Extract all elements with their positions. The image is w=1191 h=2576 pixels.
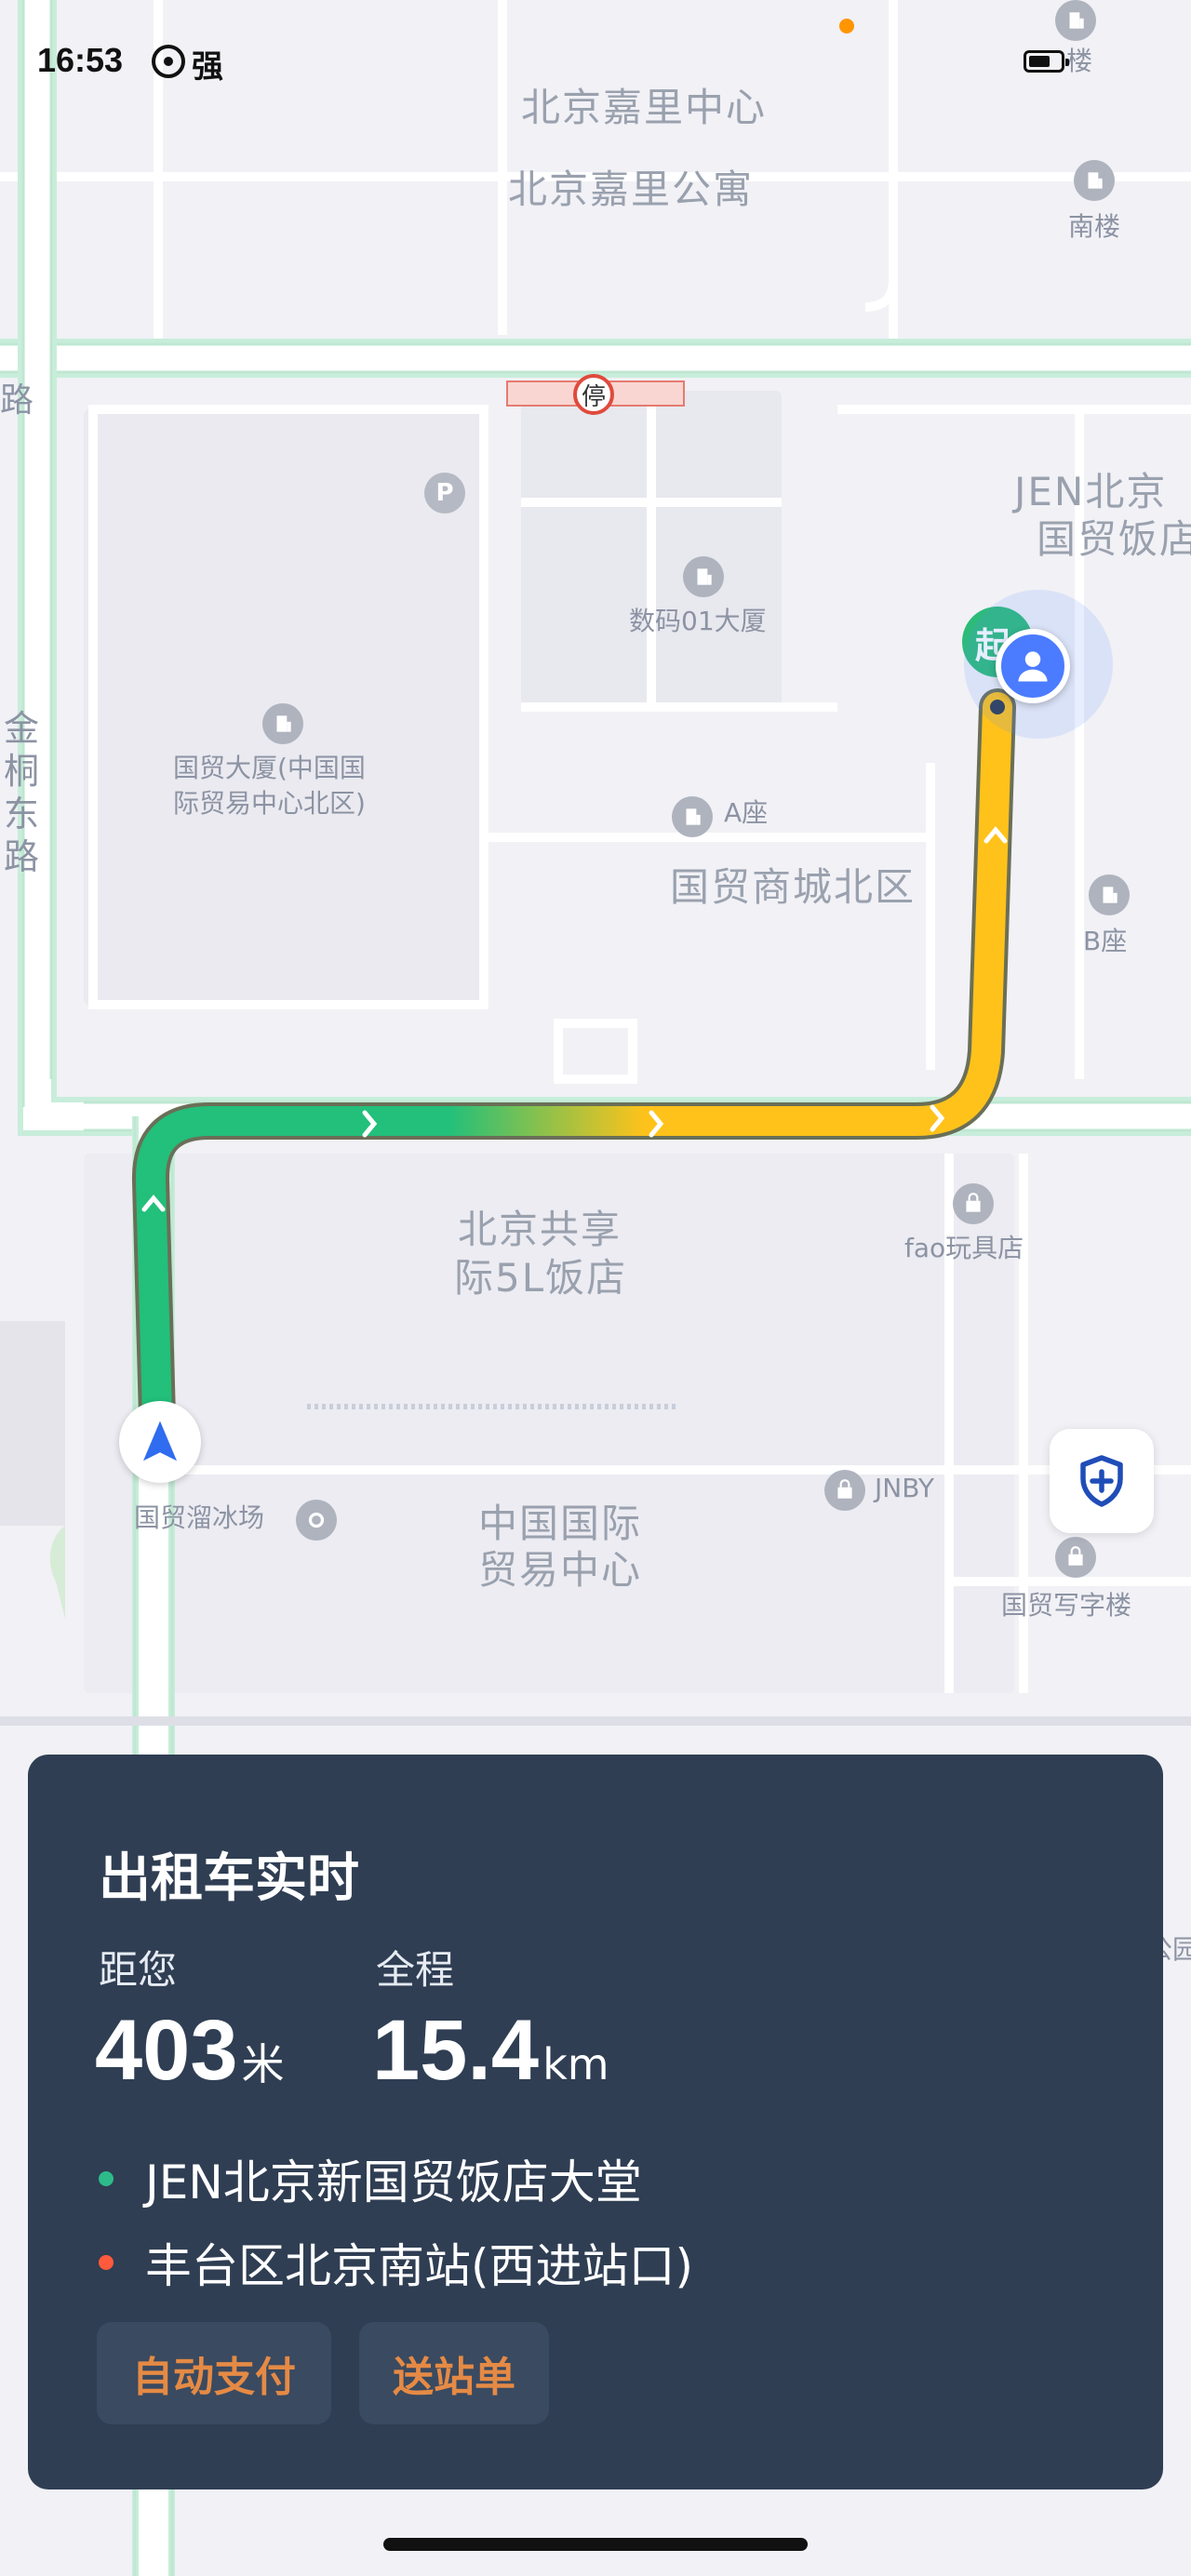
poi-south-building: 南楼 <box>1068 211 1121 242</box>
poi-world-trade-line2: 贸易中心 <box>478 1547 643 1593</box>
hotspot-icon <box>152 45 185 78</box>
building-pin-icon <box>683 556 724 597</box>
car-navigation-arrow-icon <box>119 1401 201 1483</box>
poi-jen-hotel-line2: 国贸饭店 <box>1037 516 1191 562</box>
card-title: 出租车实时 <box>99 1849 359 1909</box>
destination-row: 丰台区北京南站(西进站口) <box>99 2229 693 2296</box>
shop-pin-icon <box>1055 1537 1096 1578</box>
poi-guomao-building-line2: 际贸易中心北区) <box>173 788 366 819</box>
distance-stat: 403 米 <box>95 2008 285 2093</box>
poi-digital-01: 数码01大厦 <box>629 606 767 636</box>
road-label-left: 路 <box>0 381 34 420</box>
building-pin-icon <box>262 703 303 744</box>
poi-jen-hotel-line1: JEN北京 <box>1014 469 1168 514</box>
destination-address: 丰台区北京南站(西进站口) <box>145 2239 694 2293</box>
parking-stop-icon: 停 <box>573 374 614 415</box>
auto-pay-button[interactable]: 自动支付 <box>97 2322 331 2424</box>
total-stat: 15.4 km <box>372 2008 609 2093</box>
building-pin-icon <box>1089 874 1130 915</box>
poi-world-trade-line1: 中国国际 <box>478 1501 643 1546</box>
home-indicator[interactable] <box>383 2538 808 2551</box>
total-value: 15.4 <box>372 2003 540 2098</box>
user-avatar-icon[interactable] <box>996 629 1070 703</box>
building-pin-icon <box>672 796 713 837</box>
signal-strength-label: 强 <box>192 48 223 86</box>
shield-plus-icon <box>1080 1455 1123 1507</box>
poi-shangri-line2: 际5L饭店 <box>454 1255 628 1301</box>
status-bar: 16:53 强 <box>0 0 1191 121</box>
origin-address: JEN北京新国贸饭店大堂 <box>145 2156 642 2209</box>
parking-icon: P <box>424 473 465 514</box>
poi-skating: 国贸溜冰场 <box>134 1502 265 1533</box>
poi-fao: fao玩具店 <box>904 1233 1024 1263</box>
origin-row: JEN北京新国贸饭店大堂 <box>99 2145 642 2212</box>
poi-a-block: A座 <box>724 797 769 828</box>
origin-dot-icon <box>99 2171 114 2186</box>
safety-shield-button[interactable] <box>1050 1429 1154 1533</box>
distance-label: 距您 <box>99 1947 178 1993</box>
privacy-indicator-dot <box>839 19 854 33</box>
drop-off-button[interactable]: 送站单 <box>359 2322 549 2424</box>
shop-pin-icon <box>953 1183 994 1224</box>
road-jintong-east: 金桐东路 <box>3 708 39 877</box>
total-label: 全程 <box>376 1947 455 1993</box>
shop-pin-icon <box>824 1470 865 1511</box>
building-pin-icon <box>1074 160 1115 201</box>
poi-shangri-line1: 北京共享 <box>458 1207 622 1252</box>
destination-dot-icon <box>99 2255 114 2270</box>
poi-jnby: JNBY <box>875 1473 934 1503</box>
total-unit: km <box>542 2039 609 2089</box>
poi-office-tower: 国贸写字楼 <box>1001 1590 1132 1621</box>
battery-icon <box>1024 50 1069 73</box>
poi-guomao-building-line1: 国贸大厦(中国国 <box>173 753 366 783</box>
poi-mall-north: 国贸商城北区 <box>670 864 917 910</box>
poi-jiali-apartment: 北京嘉里公寓 <box>508 167 755 212</box>
trip-info-card: 出租车实时 距您 403 米 全程 15.4 km JEN北京新国贸饭店大堂 丰… <box>28 1755 1163 2489</box>
sport-pin-icon <box>296 1500 337 1541</box>
distance-unit: 米 <box>241 2039 285 2089</box>
distance-value: 403 <box>95 2003 238 2098</box>
poi-b-block: B座 <box>1083 926 1128 956</box>
status-time: 16:53 <box>37 41 124 79</box>
